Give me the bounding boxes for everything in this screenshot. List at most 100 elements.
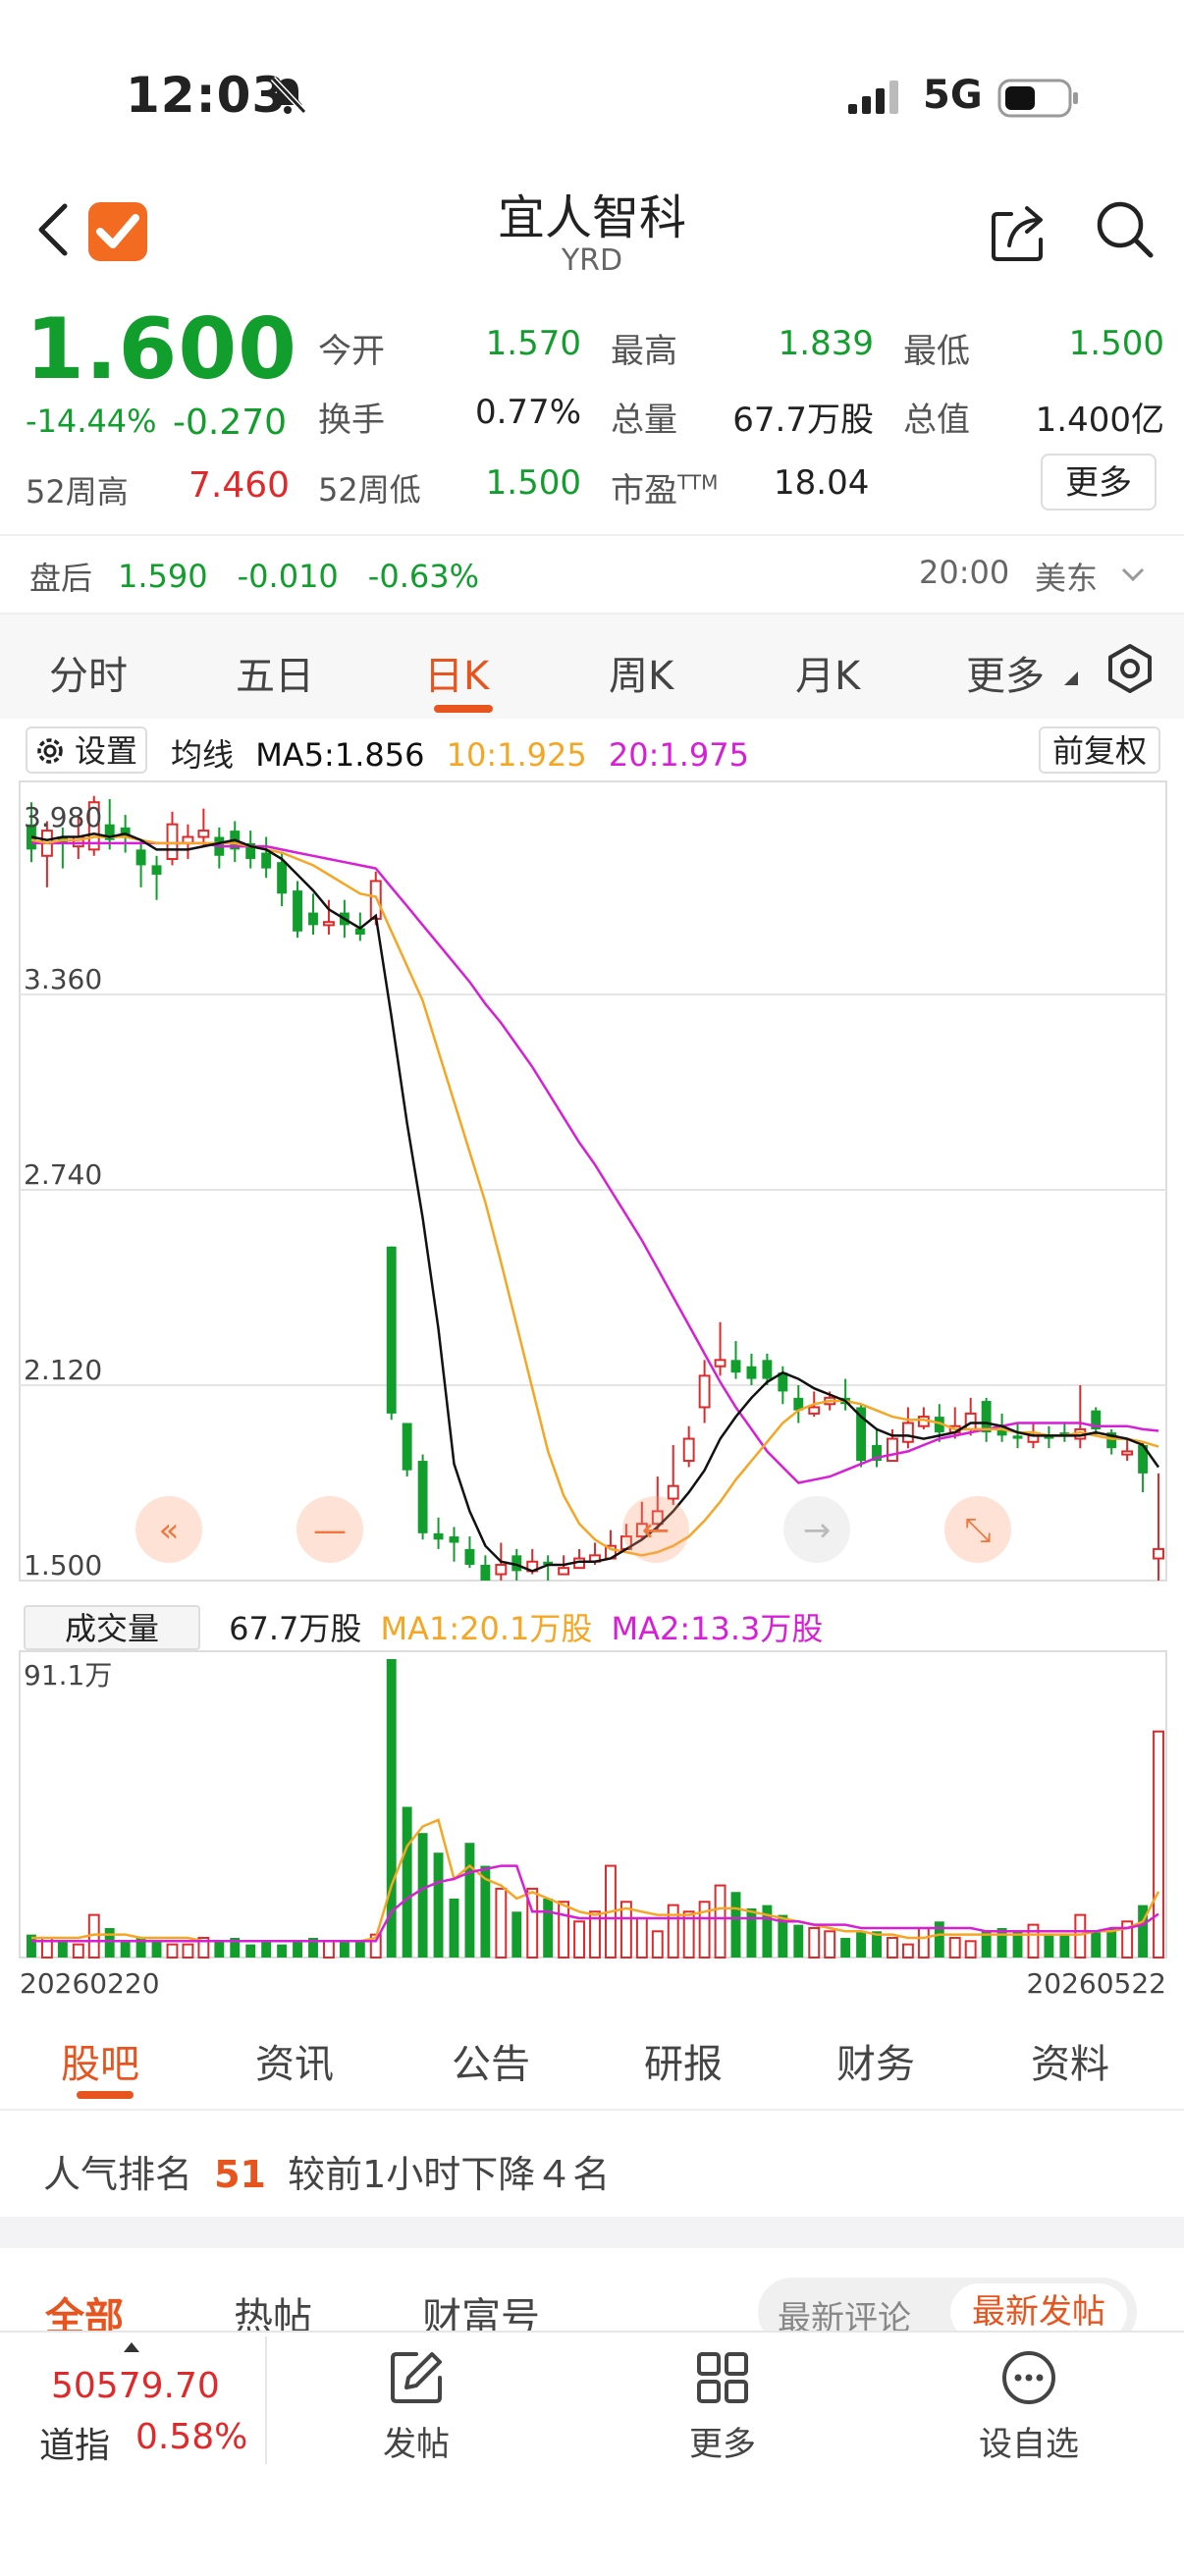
more-quote-button[interactable]: 更多 [1041,454,1157,510]
index-value[interactable]: 50579.70 [51,2366,220,2406]
candle-down [449,1536,459,1543]
section-separator [0,2217,1184,2248]
change-percent: -14.44% [26,402,157,440]
tab-profile[interactable]: 资料 [1031,2032,1109,2089]
tab-daily-k[interactable]: 日K [424,644,489,701]
divider [265,2336,267,2464]
volume-ma1: MA1:20.1万股 [380,1610,593,1647]
candle-down [746,1366,757,1379]
forum-tab-indicator [77,2091,134,2099]
gear-icon [37,738,63,764]
volume-bar-down [433,1852,444,1958]
tab-five-day[interactable]: 五日 [236,644,314,701]
tab-monthly-k[interactable]: 月K [795,644,860,701]
popularity-row: 人气排名 51 较前1小时下降４名 [43,2144,610,2198]
volume-bar-down [417,1833,428,1958]
candle-down [277,862,288,894]
tab-financials[interactable]: 财务 [836,2032,915,2089]
price-panel-frame [19,780,1167,1582]
after-hours-label: 盘后 [29,560,93,597]
volume-bar-up [558,1901,570,1959]
tab-more[interactable]: 更多 [966,644,1045,701]
candle-down [151,865,162,876]
tab-weekly-k[interactable]: 周K [609,644,673,701]
candle-down [730,1360,741,1373]
zoom-out-button-icon: — [313,1511,347,1550]
volume-header: 成交量 67.7万股 MA1:20.1万股 MA2:13.3万股 [24,1604,823,1650]
volume-bar-down [543,1898,554,1958]
volume-bar-up [166,1943,179,1959]
chevron-down-icon[interactable] [1119,565,1147,585]
x-end-label: 20260522 [1026,1967,1166,2000]
post-button[interactable]: 发帖 [338,2417,495,2465]
volume-bar-down [1091,1931,1102,1958]
y-tick-label: 2.740 [24,1158,102,1191]
battery-icon [997,79,1078,118]
candle-up [166,823,179,860]
candle-down [261,852,272,869]
volume-indicator-button[interactable]: 成交量 [24,1605,200,1650]
kline-chart[interactable]: 3.980 3.360 2.740 2.120 1.500 91.1万 20260220 20… [0,766,1184,2003]
candle-up [322,921,335,927]
share-icon[interactable] [988,200,1050,263]
high-value: 1.839 [778,324,874,363]
volume-bar-down [402,1806,412,1958]
fullscreen-button-icon: ⤡ [964,1511,991,1550]
tab-announcements[interactable]: 公告 [452,2032,530,2089]
volume-bar-up [714,1884,727,1959]
divider [0,2109,1184,2111]
volume-bar-up [72,1943,84,1959]
search-icon[interactable] [1094,198,1157,261]
candle-up [887,1437,898,1463]
volume-bar-down [793,1924,804,1958]
signal-icon [848,80,898,114]
after-hours-tz[interactable]: 美东 [1035,554,1098,599]
candle-up [495,1563,508,1576]
volume-bar-up [667,1904,679,1959]
volume-bar-down [449,1898,459,1958]
volume-bar-down [339,1941,350,1958]
bell-muted-icon [270,76,307,115]
chart-settings-icon[interactable] [1103,642,1157,695]
tab-research[interactable]: 研报 [644,2032,723,2089]
grid-icon[interactable] [693,2348,752,2407]
volume-bar-up [1074,1913,1087,1959]
candle-up [714,1359,727,1368]
volume-bar-down [214,1941,225,1958]
candle-down [308,912,318,926]
network-label: 5G [923,73,983,118]
w52-low-value: 1.500 [485,463,581,503]
volume-bar-down [57,1941,68,1958]
volume-bar-down [1059,1934,1070,1958]
tab-intraday[interactable]: 分时 [49,644,128,701]
y-tick-label: 1.500 [24,1549,102,1582]
add-watchlist-button[interactable]: 设自选 [950,2417,1107,2465]
candle-down [433,1532,444,1540]
more-button[interactable]: 更多 [644,2417,801,2465]
tab-forum[interactable]: 股吧 [61,2032,139,2089]
candle-down [480,1564,491,1581]
volume-bar-down [151,1941,162,1958]
w52-low-label: 52周低 [318,471,421,509]
volume-bar-up [1153,1730,1164,1959]
open-value: 1.570 [485,324,581,363]
volume-bar-down [746,1907,757,1958]
volume-bar-down [104,1927,115,1958]
active-tab-indicator [434,705,493,713]
step-back-button-icon: ← [642,1511,671,1550]
edit-post-icon[interactable] [387,2348,446,2407]
after-hours-pct: -0.63% [367,558,479,595]
volume-bar-up [917,1926,930,1959]
more-dots-icon[interactable] [999,2348,1058,2407]
volume-bar-down [511,1911,522,1958]
volume-ma2: MA2:13.3万股 [611,1610,824,1647]
volume-bar-up [322,1940,335,1959]
tab-news[interactable]: 资讯 [255,2032,334,2089]
y-tick-label: 3.980 [24,801,102,833]
change-amount: -0.270 [173,402,288,443]
pe-label: 市盈TTM [611,470,719,510]
candle-up [369,880,382,920]
volume-bar-down [840,1937,851,1958]
candle-down [293,890,302,932]
current-price: 1.600 [26,300,298,399]
